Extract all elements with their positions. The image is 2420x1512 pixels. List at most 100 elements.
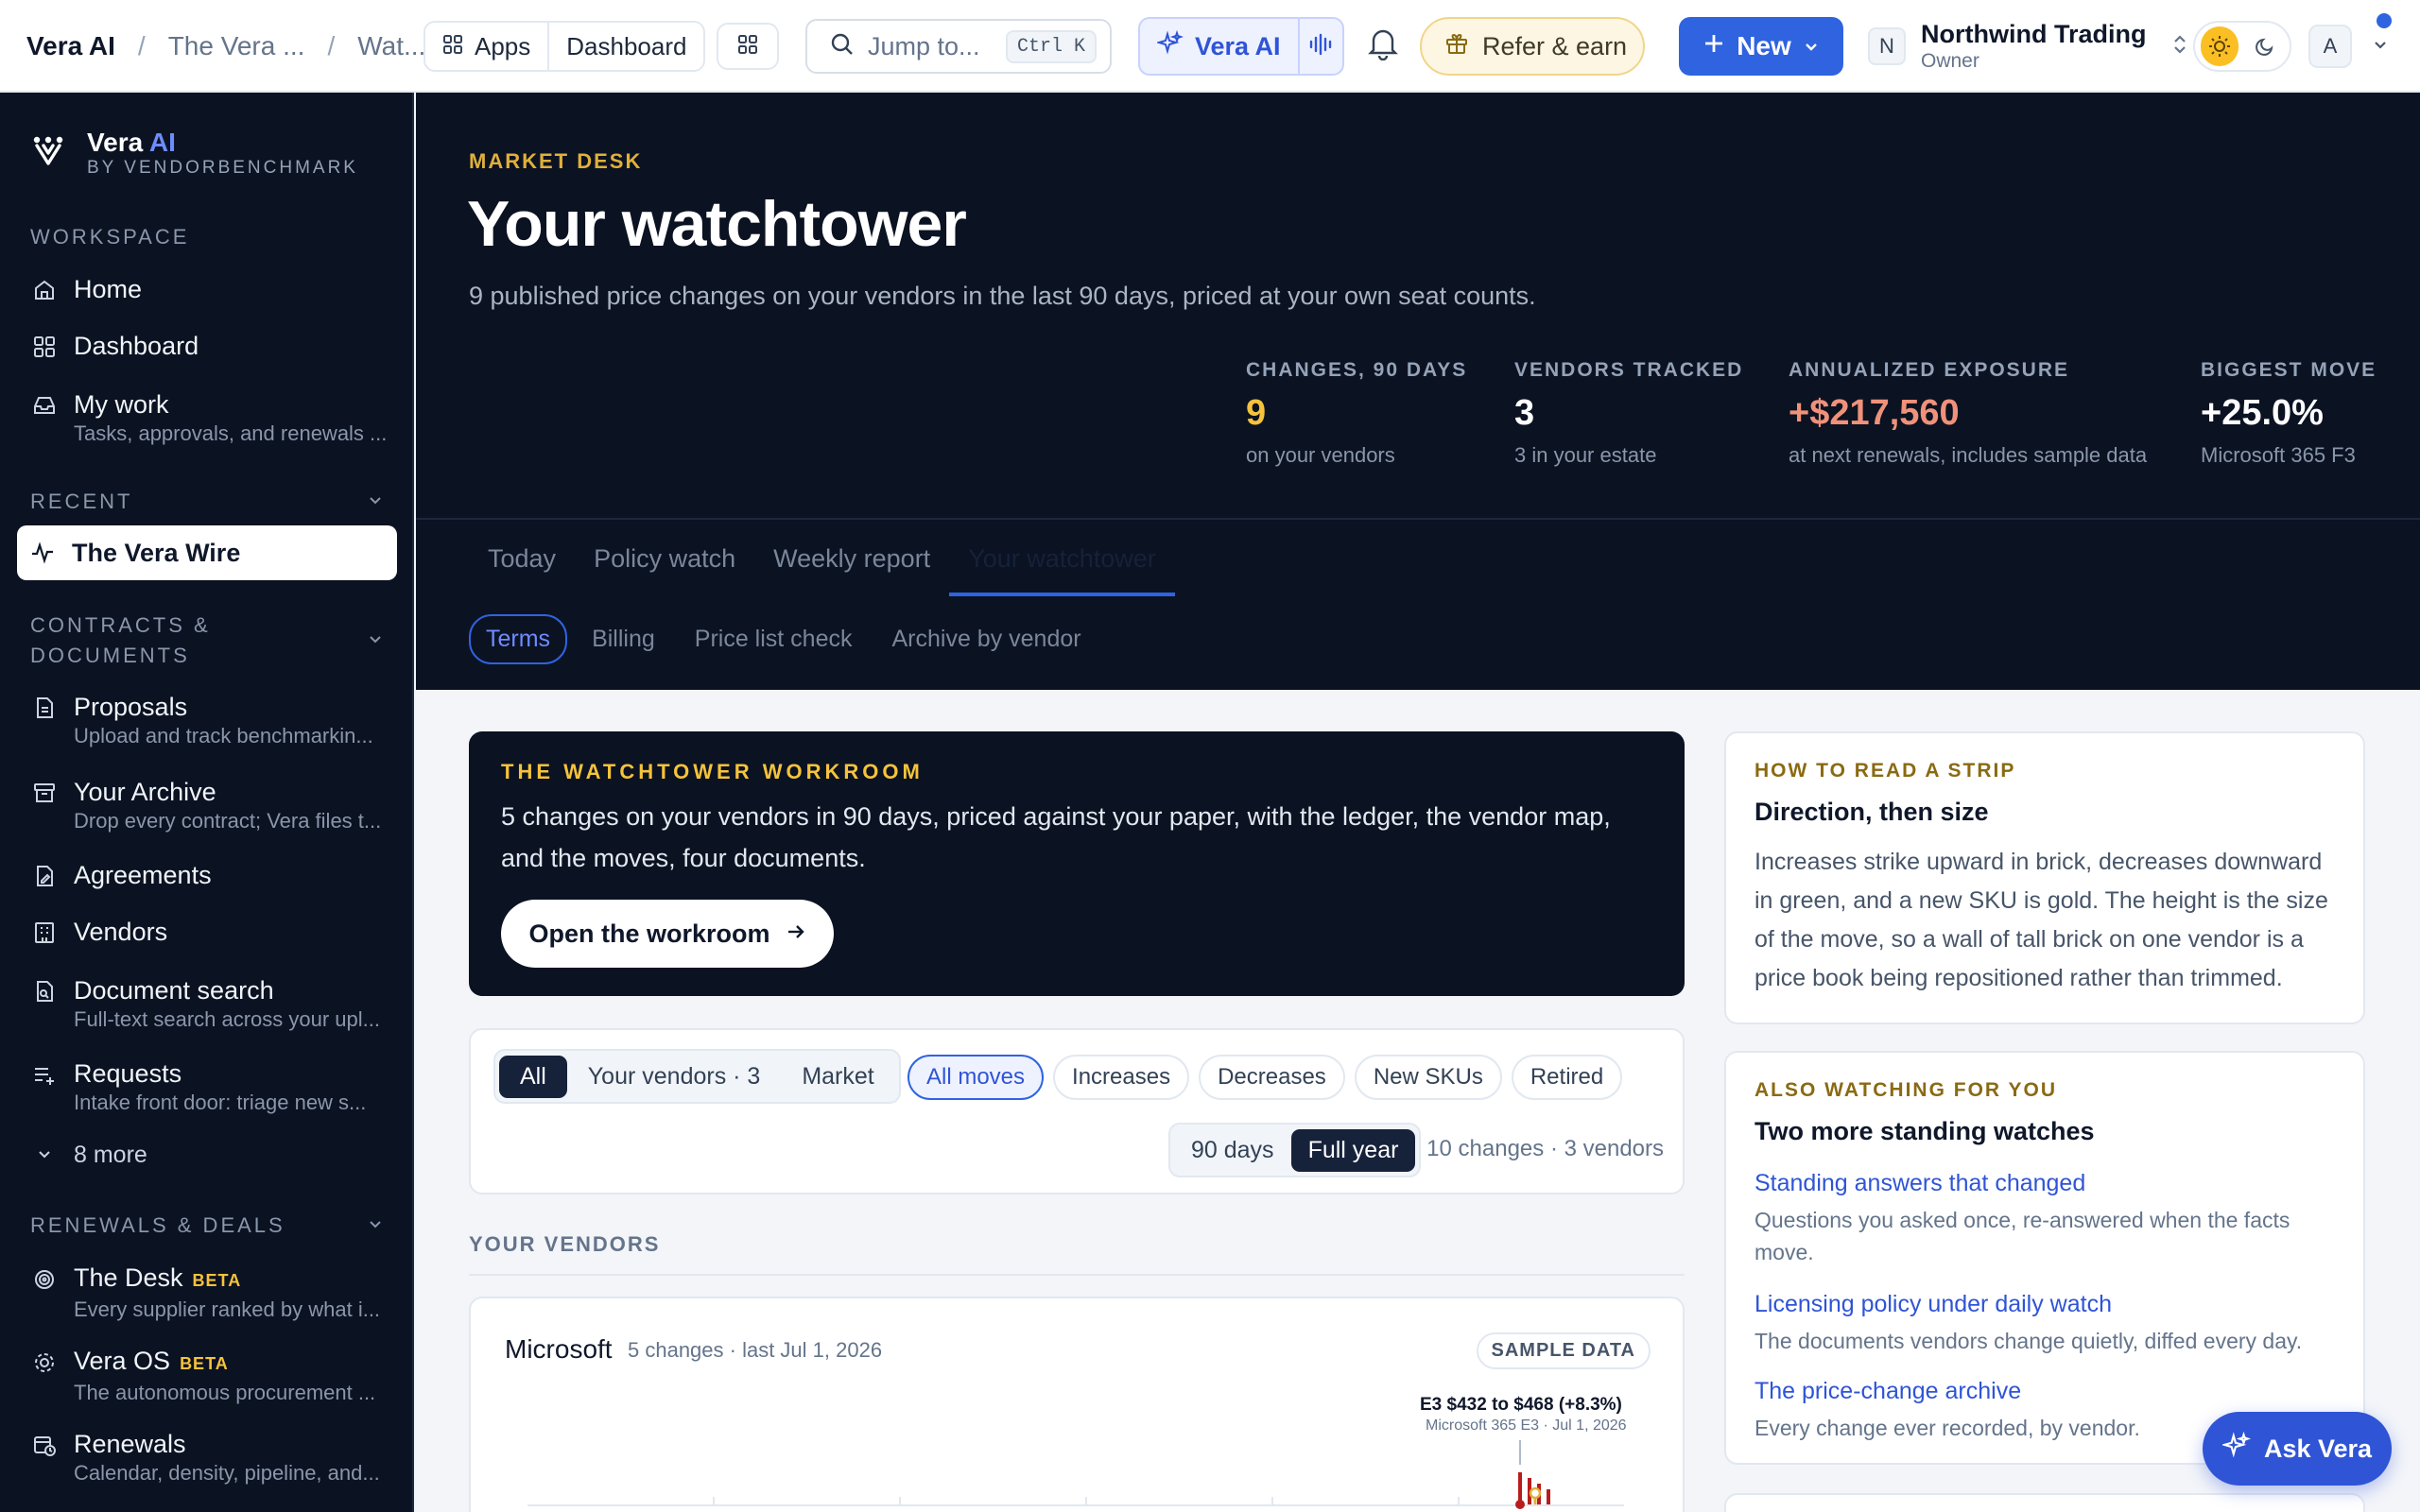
- link-standing-answers[interactable]: Standing answers that changed: [1754, 1170, 2085, 1197]
- chip-decreases[interactable]: Decreases: [1199, 1055, 1345, 1100]
- renewals-section-toggle[interactable]: RENEWALS & DEALS: [30, 1213, 384, 1238]
- chevron-down-icon: [367, 490, 384, 514]
- dashboard-button[interactable]: Dashboard: [549, 23, 703, 70]
- stat-sub: at next renewals, includes sample data: [1789, 443, 2148, 467]
- refer-earn-button[interactable]: Refer & earn: [1420, 17, 1645, 76]
- price-strip: [713, 1440, 1550, 1509]
- search-input[interactable]: Jump to... Ctrl K: [805, 19, 1112, 74]
- card-kicker: ALSO WATCHING FOR YOU: [1754, 1079, 2058, 1101]
- ask-vera-label: Ask Vera: [2263, 1434, 2373, 1463]
- sidebar-item-dashboard[interactable]: Dashboard: [30, 331, 389, 361]
- open-workroom-button[interactable]: Open the workroom: [501, 900, 834, 968]
- tab-today[interactable]: Today: [469, 535, 575, 596]
- link-price-change-archive[interactable]: The price-change archive: [1754, 1378, 2021, 1405]
- workroom-card: THE WATCHTOWER WORKROOM 5 changes on you…: [469, 731, 1685, 996]
- sidebar-more-label: 8 more: [74, 1142, 147, 1168]
- subtab-price-list-check[interactable]: Price list check: [680, 616, 868, 662]
- sidebar-item-home[interactable]: Home: [30, 274, 389, 304]
- sidebar-item-vendors[interactable]: Vendors: [30, 917, 389, 947]
- dashboard-icon: [30, 331, 59, 361]
- move-filter: All moves Increases Decreases New SKUs R…: [908, 1055, 1623, 1100]
- divider: [469, 1274, 1685, 1276]
- breadcrumb-parent[interactable]: The Vera ...: [168, 31, 305, 61]
- vera-ai-button[interactable]: Vera AI: [1140, 19, 1300, 74]
- recent-section-toggle[interactable]: RECENT: [30, 490, 384, 514]
- sidebar-item-my-work[interactable]: My work Tasks, approvals, and renewals ..…: [30, 389, 389, 448]
- open-workroom-label: Open the workroom: [528, 919, 770, 948]
- theme-toggle[interactable]: [2193, 21, 2291, 72]
- file-search-icon: [30, 975, 59, 1034]
- subtab-terms[interactable]: Terms: [469, 614, 568, 664]
- voice-button[interactable]: [1300, 31, 1342, 62]
- chip-retired[interactable]: Retired: [1511, 1055, 1623, 1100]
- chevron-down-icon: [367, 1213, 384, 1238]
- sparkle-icon: [2221, 1431, 2252, 1467]
- page-title: Your watchtower: [467, 188, 967, 260]
- vendor-card[interactable]: Microsoft 5 changes · last Jul 1, 2026 S…: [469, 1297, 1685, 1512]
- layout-button[interactable]: [717, 23, 779, 70]
- sidebar-item-sublabel: Upload and track benchmarkin...: [74, 724, 373, 747]
- range-filter: 90 days Full year: [1168, 1123, 1422, 1177]
- sidebar-item-document-search[interactable]: Document search Full-text search across y…: [30, 975, 389, 1034]
- scope-market[interactable]: Market: [781, 1056, 894, 1098]
- sidebar-item-agreements[interactable]: Agreements: [30, 860, 389, 890]
- sidebar-item-requests[interactable]: Requests Intake front door: triage new s.…: [30, 1058, 389, 1117]
- sidebar-item-vera-wire[interactable]: The Vera Wire: [17, 525, 397, 580]
- sidebar-more-toggle[interactable]: 8 more: [30, 1140, 389, 1170]
- apps-button[interactable]: Apps: [425, 23, 547, 70]
- org-switcher[interactable]: N Northwind Trading Owner: [1868, 15, 2189, 77]
- activity-icon: [28, 541, 57, 565]
- chip-all-moves[interactable]: All moves: [908, 1055, 1045, 1100]
- sun-icon[interactable]: [2201, 26, 2238, 66]
- notifications-button[interactable]: [1367, 26, 1399, 65]
- stat-vendors: VENDORS TRACKED 3 3 in your estate: [1514, 359, 1743, 468]
- range-90-days[interactable]: 90 days: [1174, 1129, 1291, 1172]
- scope-your-vendors[interactable]: Your vendors · 3: [567, 1056, 782, 1098]
- stat-label: BIGGEST MOVE: [2201, 359, 2377, 381]
- sidebar-item-label: Proposals: [74, 693, 188, 721]
- card-title: Two more standing watches: [1754, 1117, 2095, 1145]
- filter-panel: All Your vendors · 3 Market All moves In…: [469, 1028, 1685, 1194]
- sidebar-item-proposals[interactable]: Proposals Upload and track benchmarkin...: [30, 692, 389, 750]
- contracts-section-toggle[interactable]: CONTRACTS & DOCUMENTS: [30, 610, 384, 671]
- new-button[interactable]: New: [1679, 17, 1843, 76]
- ask-vera-button[interactable]: Ask Vera: [2203, 1412, 2392, 1486]
- sidebar-item-vera-os[interactable]: Vera OS BETA The autonomous procurement ..…: [30, 1346, 389, 1407]
- sidebar-item-label: The Vera Wire: [72, 539, 241, 567]
- tab-weekly-report[interactable]: Weekly report: [754, 535, 949, 596]
- subtab-billing[interactable]: Billing: [577, 616, 670, 662]
- chevron-down-icon: [367, 626, 384, 656]
- stat-sub: Microsoft 365 F3: [2201, 443, 2356, 467]
- user-menu[interactable]: A: [2308, 25, 2390, 68]
- home-icon: [30, 274, 59, 304]
- moon-icon[interactable]: [2246, 26, 2284, 66]
- search-shortcut: Ctrl K: [1005, 29, 1097, 63]
- list-plus-icon: [30, 1058, 59, 1117]
- sidebar-item-label: The Desk BETA: [74, 1263, 242, 1292]
- selected-change-dot: [1515, 1500, 1525, 1509]
- arrow-right-icon: [786, 919, 806, 949]
- scope-all[interactable]: All: [499, 1055, 567, 1098]
- sidebar-item-sublabel: Intake front door: triage new s...: [74, 1091, 367, 1114]
- bell-icon: [1367, 29, 1399, 64]
- chip-increases[interactable]: Increases: [1053, 1055, 1190, 1100]
- sidebar-item-sublabel: The autonomous procurement ...: [74, 1381, 376, 1404]
- brand-name: Vera AI: [87, 128, 176, 157]
- sidebar-item-label: Home: [74, 275, 143, 303]
- sidebar-item-your-archive[interactable]: Your Archive Drop every contract; Vera fi…: [30, 777, 389, 835]
- range-full-year[interactable]: Full year: [1290, 1128, 1416, 1172]
- building-icon: [30, 917, 59, 947]
- tab-bar: Today Policy watch Weekly report Your wa…: [469, 535, 1175, 596]
- link-licensing-policy[interactable]: Licensing policy under daily watch: [1754, 1291, 2112, 1318]
- sidebar-item-renewals[interactable]: Renewals Calendar, density, pipeline, and…: [30, 1429, 389, 1487]
- subtab-archive-by-vendor[interactable]: Archive by vendor: [876, 616, 1096, 662]
- chip-new-skus[interactable]: New SKUs: [1354, 1055, 1502, 1100]
- link-description: Questions you asked once, re-answered wh…: [1754, 1208, 2290, 1264]
- sidebar-item-the-desk[interactable]: The Desk BETA Every supplier ranked by wha…: [30, 1263, 389, 1324]
- breadcrumb-root[interactable]: Vera AI: [26, 31, 115, 61]
- new-label: New: [1737, 31, 1791, 60]
- tab-your-watchtower[interactable]: Your watchtower: [949, 535, 1175, 596]
- beta-badge: BETA: [192, 1271, 242, 1290]
- tab-policy-watch[interactable]: Policy watch: [575, 535, 754, 596]
- brand[interactable]: Vera AI BY VENDORBENCHMARK: [32, 129, 358, 180]
